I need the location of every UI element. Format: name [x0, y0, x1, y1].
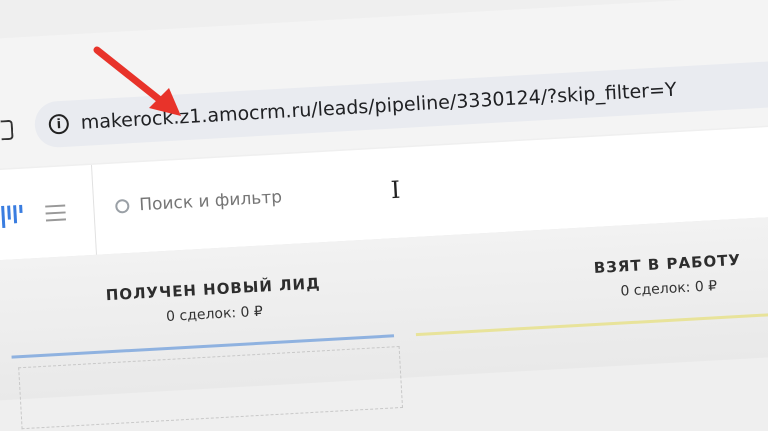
tab-edge-fragment — [0, 119, 14, 141]
stage-count: 0 сделок: 0 ₽ — [620, 278, 718, 300]
stage-column-in-progress: ВЗЯТ В РАБОТУ 0 сделок: 0 ₽ — [547, 248, 768, 303]
stage-color-line — [415, 310, 768, 337]
search-icon — [114, 198, 130, 214]
stage-column-new-lead: ПОЛУЧЕН НОВЫЙ ЛИД 0 сделок: 0 ₽ — [48, 271, 380, 331]
list-view-icon[interactable] — [45, 204, 67, 226]
drop-zone[interactable] — [18, 346, 404, 430]
text-cursor-icon: I — [390, 175, 402, 205]
annotation-arrow-icon — [93, 46, 181, 116]
left-panel — [0, 164, 97, 261]
app-area: I ПОЛУЧЕН НОВЫЙ ЛИД 0 сделок: 0 ₽ ВЗЯТ В… — [0, 107, 768, 430]
pipeline-view-icon[interactable] — [1, 204, 23, 228]
search-input[interactable] — [136, 180, 382, 217]
info-icon[interactable]: i — [48, 113, 70, 135]
search-box[interactable] — [114, 180, 382, 218]
stage-title: ВЗЯТ В РАБОТУ — [593, 250, 742, 278]
